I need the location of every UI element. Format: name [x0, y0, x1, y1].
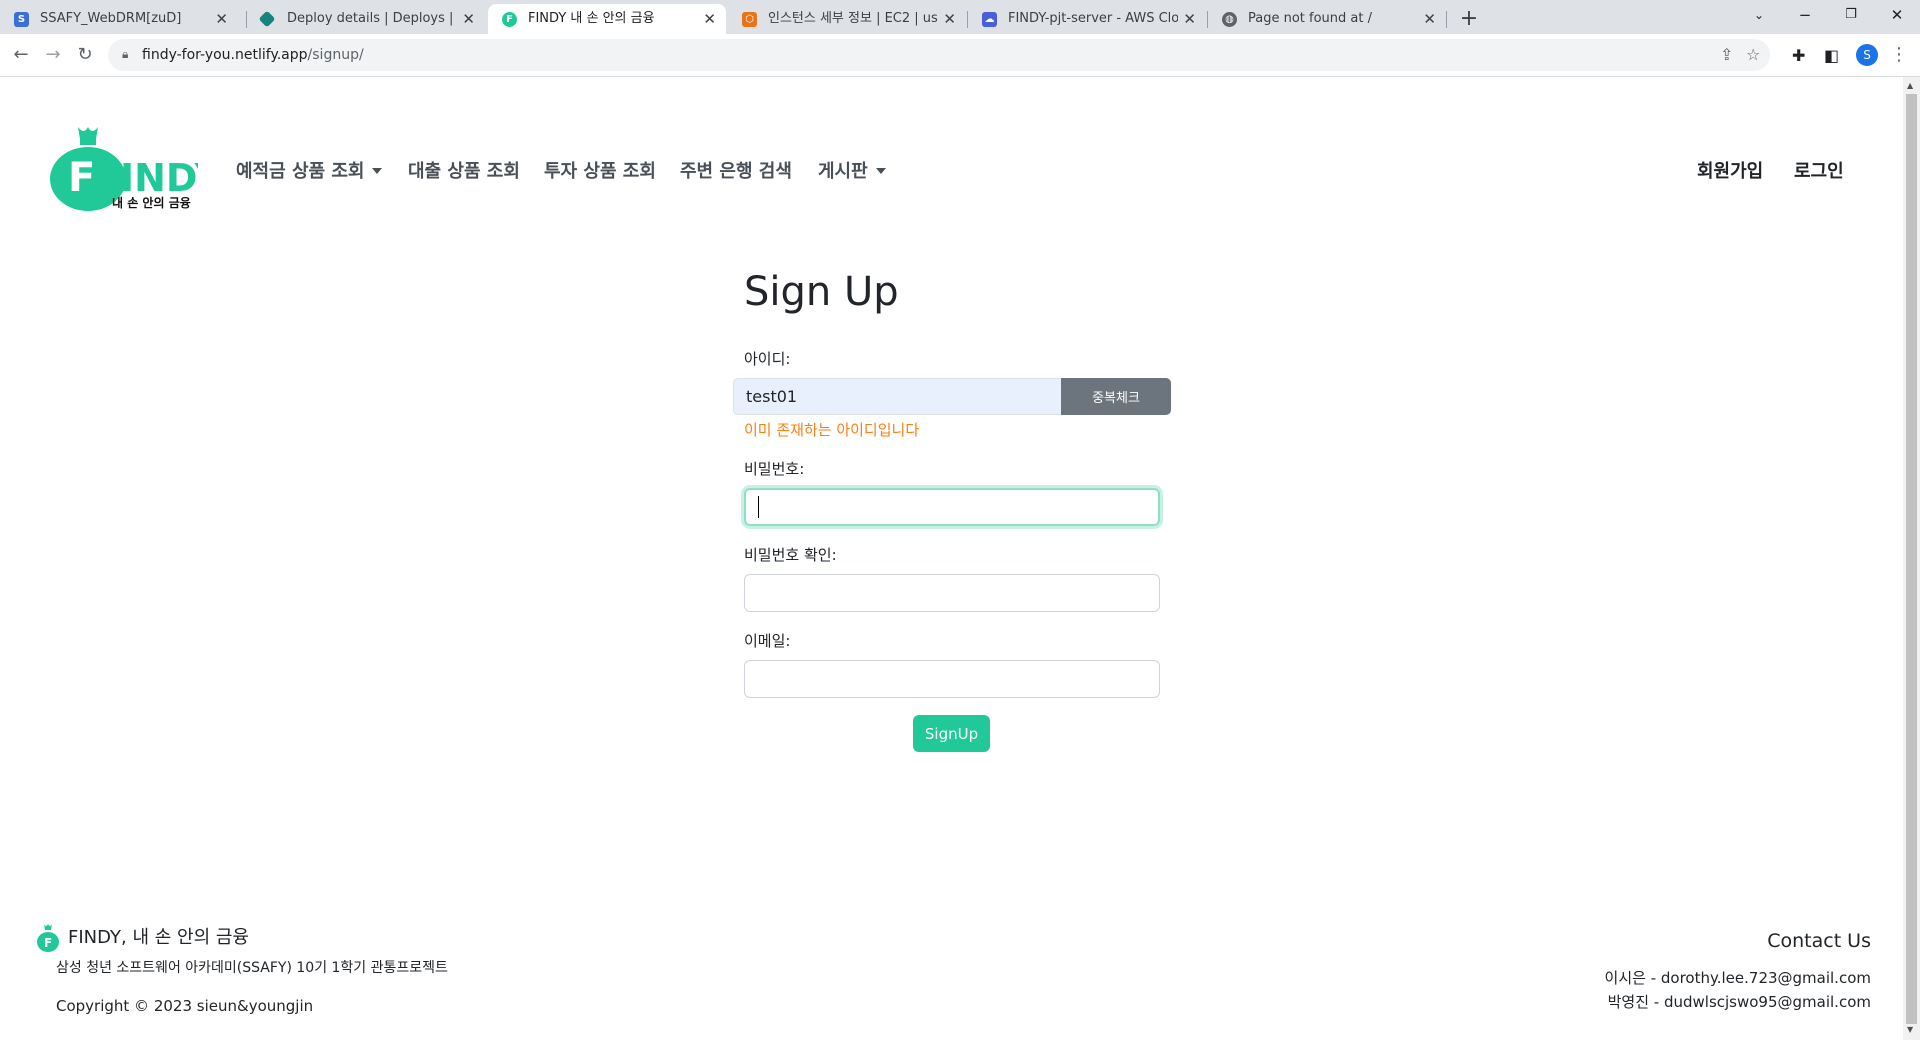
tab-title: SSAFY_WebDRM[zuD]	[40, 11, 182, 26]
ssafy-favicon-icon: S	[14, 12, 29, 27]
footer-logo-icon: F	[37, 924, 59, 952]
close-tab-icon[interactable]: ✕	[462, 4, 475, 34]
profile-avatar[interactable]: S	[1856, 44, 1878, 66]
url-path: /signup/	[307, 47, 364, 63]
nav-label: 대출 상품 조회	[408, 161, 520, 182]
nav-label: 투자 상품 조회	[544, 161, 656, 182]
password-label: 비밀번호:	[744, 460, 805, 478]
browser-tab[interactable]: S SSAFY_WebDRM[zuD] ✕	[0, 4, 238, 34]
close-tab-icon[interactable]: ✕	[215, 4, 228, 34]
email-label: 이메일:	[744, 632, 791, 650]
tab-separator	[1446, 11, 1447, 28]
signup-submit-button[interactable]: SignUp	[913, 715, 990, 752]
netlify-favicon-icon	[258, 10, 276, 28]
contact-item: 박영진 - dudwlscjswo95@gmail.com	[1607, 993, 1871, 1011]
restore-icon[interactable]: ❐	[1828, 0, 1874, 34]
logo-tagline: 내 손 안의 금융	[112, 195, 191, 210]
tab-title: Page not found at /	[1248, 11, 1372, 26]
tab-title: FINDY-pjt-server - AWS Cloud9	[1008, 11, 1178, 26]
url-host: findy-for-you.netlify.app	[142, 47, 308, 63]
signup-nav-link[interactable]: 회원가입	[1697, 157, 1763, 183]
browser-toolbar: ← → ↻ 🔒︎ findy-for-you.netlify.app/signu…	[0, 34, 1920, 77]
close-tab-icon[interactable]: ✕	[1423, 4, 1436, 34]
url-text[interactable]: findy-for-you.netlify.app/signup/	[142, 39, 364, 71]
footer-copyright: Copyright © 2023 sieun&youngjin	[56, 997, 314, 1015]
id-input[interactable]	[733, 378, 1061, 415]
close-window-icon[interactable]: ✕	[1874, 0, 1920, 34]
page-viewport: F FINDY 내 손 안의 금융 예적금 상품 조회 대출 상품 조회 투자 …	[0, 77, 1903, 1040]
scroll-up-icon[interactable]: ▲	[1907, 81, 1913, 90]
address-bar[interactable]: 🔒︎ findy-for-you.netlify.app/signup/ ⇪ ☆	[108, 39, 1770, 71]
nav-item-nearby-banks[interactable]: 주변 은행 검색	[680, 157, 792, 183]
aws-ec2-favicon-icon: ⬡	[742, 12, 757, 27]
globe-favicon-icon: ◍	[1222, 12, 1237, 27]
bookmark-star-icon[interactable]: ☆	[1746, 45, 1760, 64]
tab-title: FINDY 내 손 안의 금융	[528, 11, 655, 26]
text-cursor	[758, 496, 759, 518]
password-confirm-label: 비밀번호 확인:	[744, 546, 837, 564]
close-tab-icon[interactable]: ✕	[703, 4, 716, 34]
svg-text:F: F	[68, 155, 95, 201]
browser-tab[interactable]: ◍ Page not found at / ✕	[1208, 4, 1446, 34]
nav-item-deposit-products[interactable]: 예적금 상품 조회	[236, 157, 383, 183]
page-scrollbar[interactable]: ▲ ▼	[1903, 77, 1920, 1040]
nav-label: 예적금 상품 조회	[236, 161, 365, 182]
scroll-down-icon[interactable]: ▼	[1907, 1025, 1913, 1034]
footer-title: FINDY, 내 손 안의 금융	[68, 927, 249, 948]
findy-favicon-icon: F	[502, 12, 517, 27]
extensions-icon[interactable]: ✚	[1792, 46, 1805, 65]
scrollbar-thumb[interactable]	[1906, 94, 1917, 1024]
reload-icon[interactable]: ↻	[72, 42, 98, 68]
browser-tab-bar: S SSAFY_WebDRM[zuD] ✕ Deploy details | D…	[0, 0, 1920, 34]
side-panel-icon[interactable]: ◧	[1824, 46, 1839, 65]
forward-icon[interactable]: →	[40, 42, 66, 68]
tab-title: Deploy details | Deploys | findy	[287, 11, 457, 26]
dropdown-caret-icon	[372, 168, 383, 174]
svg-text:F: F	[44, 936, 52, 950]
nav-item-loan-products[interactable]: 대출 상품 조회	[408, 157, 520, 183]
new-tab-button[interactable]: +	[1454, 4, 1484, 34]
id-error-message: 이미 존재하는 아이디입니다	[744, 421, 920, 439]
contact-heading: Contact Us	[1767, 930, 1871, 952]
minimize-icon[interactable]: −	[1782, 0, 1828, 34]
browser-tab[interactable]: ☁ FINDY-pjt-server - AWS Cloud9 ✕	[968, 4, 1206, 34]
findy-logo[interactable]: F FINDY 내 손 안의 금융	[48, 123, 198, 211]
back-icon[interactable]: ←	[8, 42, 34, 68]
tab-title: 인스턴스 세부 정보 | EC2 | us-e	[768, 11, 938, 26]
close-tab-icon[interactable]: ✕	[1183, 4, 1196, 34]
logo-wordmark: FINDY	[94, 156, 198, 200]
contact-item: 이시은 - dorothy.lee.723@gmail.com	[1604, 969, 1871, 987]
nav-label: 주변 은행 검색	[680, 161, 792, 182]
dropdown-caret-icon	[875, 168, 886, 174]
password-input[interactable]	[744, 488, 1160, 526]
id-label: 아이디:	[744, 350, 791, 368]
nav-label: 게시판	[818, 161, 868, 182]
tab-search-icon[interactable]: ⌄	[1736, 0, 1782, 34]
browser-menu-icon[interactable]: ⋮	[1890, 44, 1908, 65]
email-input[interactable]	[744, 660, 1160, 698]
duplicate-check-button[interactable]: 중복체크	[1061, 378, 1171, 415]
share-icon[interactable]: ⇪	[1720, 45, 1733, 64]
browser-tab[interactable]: ⬡ 인스턴스 세부 정보 | EC2 | us-e ✕	[728, 4, 966, 34]
login-nav-link[interactable]: 로그인	[1794, 157, 1844, 183]
browser-tab[interactable]: Deploy details | Deploys | findy ✕	[247, 4, 485, 34]
nav-item-investment-products[interactable]: 투자 상품 조회	[544, 157, 656, 183]
browser-tab-active[interactable]: F FINDY 내 손 안의 금융 ✕	[488, 4, 726, 34]
lock-icon: 🔒︎	[122, 47, 129, 61]
nav-item-board[interactable]: 게시판	[818, 157, 886, 183]
close-tab-icon[interactable]: ✕	[943, 4, 956, 34]
aws-cloud9-favicon-icon: ☁	[982, 12, 997, 27]
footer-subtitle: 삼성 청년 소프트웨어 아카데미(SSAFY) 10기 1학기 관통프로젝트	[56, 960, 448, 976]
password-confirm-input[interactable]	[744, 574, 1160, 612]
page-title: Sign Up	[744, 269, 899, 315]
